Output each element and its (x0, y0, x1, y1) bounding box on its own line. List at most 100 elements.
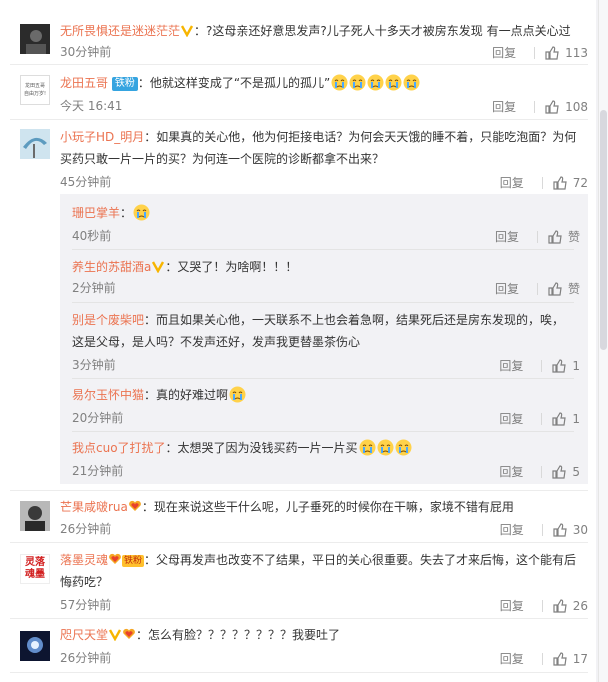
fan-heart-icon (108, 550, 122, 564)
username[interactable]: 小玩子HD_明月 (60, 130, 144, 144)
avatar[interactable]: 龙田五哥 自由万岁! (20, 75, 50, 105)
username[interactable]: 无所畏惧还是迷迷茫茫 (60, 24, 180, 38)
comment-panel: 无所畏惧还是迷迷茫茫 ：?这母亲还好意思发声?儿子死人十多天才被房东发现 有一点点… (0, 0, 596, 682)
reply-button[interactable]: 回复 (500, 598, 524, 614)
scrollbar[interactable] (598, 0, 608, 682)
comment-text: 买药只敢一片一片的买？为何连一个医院的诊断都拿不出来？ (60, 152, 385, 166)
divider (541, 465, 543, 478)
timestamp: 57分钟前 (60, 598, 112, 612)
crying-emoji-icon (331, 74, 348, 91)
reply-button[interactable]: 回复 (495, 281, 519, 297)
username[interactable]: 咫尺天堂 (60, 628, 108, 642)
reply-text: ：真的好难过啊 (144, 388, 229, 402)
divider (534, 100, 536, 113)
like-icon[interactable] (552, 358, 567, 373)
divider (10, 618, 588, 619)
reply-button[interactable]: 回复 (500, 651, 524, 667)
comment-text: ：父母再发声也改变不了结果，平日的关心很重要。失去了才来后悔，这个能有后 (144, 553, 577, 567)
username[interactable]: 落墨灵魂 (60, 553, 108, 567)
like-count: 17 (572, 651, 588, 666)
like-count: 赞 (567, 229, 580, 244)
crying-emoji-icon (403, 74, 420, 91)
avatar[interactable] (20, 501, 50, 531)
username[interactable]: 龙田五哥 (60, 76, 108, 90)
username[interactable]: 我点cuo了打扰了 (72, 441, 166, 455)
reply-button[interactable]: 回复 (499, 411, 523, 427)
reply-button[interactable]: 回复 (492, 99, 516, 115)
divider (541, 652, 543, 665)
reply-actions: 回复 赞 (495, 280, 580, 297)
reply-button[interactable]: 回复 (499, 358, 523, 374)
reply-button[interactable]: 回复 (499, 464, 523, 480)
divider (72, 378, 574, 379)
comment-actions: 回复 108 (492, 98, 588, 115)
divider (541, 599, 543, 612)
reply-item: 养生的苏甜酒a ：又哭了！为啥啊！！！ 2分钟前 回复 赞 (72, 256, 580, 296)
avatar[interactable] (20, 129, 50, 159)
timestamp: 45分钟前 (60, 175, 112, 189)
timestamp: 21分钟前 (72, 464, 124, 478)
username[interactable]: 养生的苏甜酒a (72, 260, 151, 274)
like-icon[interactable] (553, 651, 567, 666)
divider (541, 412, 543, 425)
like-icon[interactable] (553, 175, 567, 190)
like-count: 30 (572, 522, 588, 537)
avatar-text: 灵落 魂墨 (25, 557, 45, 580)
timestamp: 今天 16:41 (60, 99, 123, 113)
comment-actions: 回复 17 (500, 650, 588, 667)
crying-emoji-icon (377, 439, 394, 456)
avatar[interactable]: 灵落 魂墨 (20, 554, 50, 584)
comment-text: 悔药吃？ (60, 575, 109, 589)
reply-text: ：而且如果关心他，一天联系不上也会着急啊，结果死后还是房东发现的，唉， (144, 313, 565, 327)
divider (10, 672, 588, 673)
crying-emoji-icon (367, 74, 384, 91)
reply-button[interactable]: 回复 (500, 522, 524, 538)
divider (10, 119, 588, 120)
like-icon[interactable] (552, 464, 567, 479)
verified-badge-icon (108, 626, 122, 642)
username[interactable]: 珊巴掌羊 (72, 206, 120, 220)
like-icon[interactable] (553, 522, 567, 537)
comment-actions: 回复 72 (500, 174, 588, 191)
crying-emoji-icon (229, 386, 246, 403)
reply-button[interactable]: 回复 (495, 229, 519, 245)
like-count: 1 (572, 358, 580, 373)
scrollbar-thumb[interactable] (600, 110, 607, 350)
like-icon[interactable] (548, 229, 562, 244)
username[interactable]: 易尔玉怀中猫 (72, 388, 144, 402)
comment-actions: 回复 26 (500, 597, 588, 614)
timestamp: 40秒前 (72, 229, 112, 243)
reply-text: 这是父母，是人吗？不发声还好，发声我更替墨茶伤心 (72, 335, 361, 349)
timestamp: 2分钟前 (72, 281, 116, 295)
comment-actions: 回复 113 (492, 44, 588, 61)
comment-text: ：他就这样变成了“不是孤儿的孤儿” (137, 76, 331, 90)
reply-button[interactable]: 回复 (492, 45, 516, 61)
like-icon[interactable] (545, 45, 559, 60)
divider (72, 249, 574, 250)
reply-text: ：太想哭了因为没钱买药一片一片买 (165, 441, 358, 455)
like-count: 5 (572, 464, 580, 479)
timestamp: 3分钟前 (72, 358, 116, 372)
crying-emoji-icon (133, 204, 150, 221)
reply-actions: 回复 赞 (495, 228, 580, 245)
comment-actions: 回复 30 (500, 521, 588, 538)
divider (534, 46, 536, 59)
crying-emoji-icon (385, 74, 402, 91)
like-icon[interactable] (548, 281, 562, 296)
like-icon[interactable] (552, 411, 567, 426)
username[interactable]: 别是个废柴吧 (72, 313, 144, 327)
like-icon[interactable] (545, 99, 559, 114)
comment-text: ：如果真的关心他，他为何拒接电话？为何会天天饿的睡不着，只能吃泡面？为何 (144, 130, 577, 144)
reply-actions: 回复 1 (499, 410, 580, 427)
like-count: 108 (565, 99, 588, 114)
avatar[interactable] (20, 631, 50, 661)
divider (541, 523, 543, 536)
like-icon[interactable] (553, 598, 567, 613)
avatar[interactable] (20, 24, 50, 54)
reply-text: ： (120, 206, 133, 220)
reply-button[interactable]: 回复 (500, 175, 524, 191)
fan-heart-icon (122, 625, 136, 639)
reply-item: 珊巴掌羊： 40秒前 回复 赞 (72, 202, 580, 244)
reply-item: 别是个废柴吧：而且如果关心他，一天联系不上也会着急啊，结果死后还是房东发现的，唉… (72, 309, 580, 373)
username[interactable]: 芒果咸啵rua (60, 500, 128, 514)
